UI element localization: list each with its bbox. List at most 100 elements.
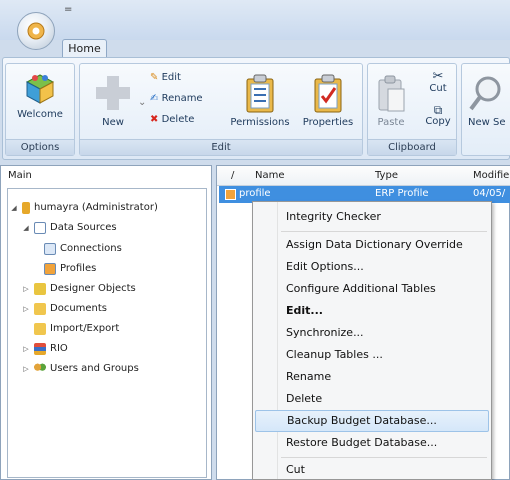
tree-label: Connections xyxy=(60,243,122,254)
title-bar xyxy=(0,0,510,40)
tree-label: Data Sources xyxy=(50,222,117,233)
options-group: Welcome Options xyxy=(5,63,75,156)
tree-label: humayra (Administrator) xyxy=(34,202,158,213)
context-menu: Integrity Checker Assign Data Dictionary… xyxy=(252,201,492,480)
delete-label: Delete xyxy=(161,114,195,125)
new-plus-icon xyxy=(96,76,130,110)
row-name: profile xyxy=(239,188,271,199)
menu-item-configure-additional-tables[interactable]: Configure Additional Tables xyxy=(255,278,489,300)
import-export-icon xyxy=(34,323,46,335)
database-icon xyxy=(22,202,30,214)
new-label: New xyxy=(102,117,124,128)
column-header-type[interactable]: Type xyxy=(375,170,398,181)
tree-node-data-sources[interactable]: ◢ Data Sources xyxy=(22,218,117,238)
new-dropdown-arrow[interactable]: ⌄ xyxy=(138,97,146,108)
paste-icon xyxy=(378,75,405,112)
tab-main[interactable]: Main xyxy=(4,168,36,186)
column-header-modified[interactable]: Modifie xyxy=(473,170,509,181)
properties-checklist-icon xyxy=(314,74,342,113)
permissions-clipboard-icon xyxy=(246,74,274,113)
tree-node-import-export[interactable]: Import/Export xyxy=(34,319,119,339)
tree-label: RIO xyxy=(50,343,68,354)
edit-button[interactable]: ✎ Edit xyxy=(150,72,181,83)
properties-label: Properties xyxy=(302,117,354,128)
new-button[interactable]: New xyxy=(88,74,138,128)
clipboard-group-label: Clipboard xyxy=(368,139,456,155)
paste-button[interactable]: Paste xyxy=(372,74,410,128)
copy-button[interactable]: ⧉ Copy xyxy=(423,104,453,127)
menu-item-assign-data-dictionary-override[interactable]: Assign Data Dictionary Override xyxy=(255,234,489,256)
users-icon xyxy=(34,363,46,375)
designer-objects-icon xyxy=(34,283,46,295)
menu-item-rename[interactable]: Rename xyxy=(255,366,489,388)
new-search-button[interactable]: New Se xyxy=(468,74,510,128)
menu-item-restore-budget-database[interactable]: Restore Budget Database... xyxy=(255,432,489,454)
expanded-arrow-icon[interactable]: ◢ xyxy=(22,218,30,238)
copy-label: Copy xyxy=(425,116,451,127)
sort-indicator[interactable]: / xyxy=(231,170,234,181)
tree-node-designer-objects[interactable]: ▷ Designer Objects xyxy=(22,279,136,299)
column-header-name[interactable]: Name xyxy=(255,170,285,181)
menu-item-delete[interactable]: Delete xyxy=(255,388,489,410)
cut-label: Cut xyxy=(429,83,447,94)
delete-button[interactable]: ✖ Delete xyxy=(150,114,194,125)
quick-access-toolbar[interactable]: = xyxy=(64,4,72,15)
welcome-cube-icon xyxy=(25,74,55,104)
rio-books-icon xyxy=(34,343,46,355)
tree-node-users-groups[interactable]: ▷ Users and Groups xyxy=(22,359,139,379)
edit-pencil-icon: ✎ xyxy=(150,72,159,83)
tree-label: Users and Groups xyxy=(50,363,139,374)
tree-node-root[interactable]: ◢ humayra (Administrator) xyxy=(10,198,158,218)
menu-item-integrity-checker[interactable]: Integrity Checker xyxy=(255,206,489,228)
menu-separator xyxy=(281,457,487,458)
menu-item-edit-options[interactable]: Edit Options... xyxy=(255,256,489,278)
row-type: ERP Profile xyxy=(375,188,429,199)
properties-button[interactable]: Properties xyxy=(298,74,358,128)
menu-separator xyxy=(281,231,487,232)
edit-label: Edit xyxy=(161,72,181,83)
collapsed-arrow-icon[interactable]: ▷ xyxy=(22,359,30,379)
cut-button[interactable]: ✂ Cut xyxy=(426,70,450,94)
tree-label: Import/Export xyxy=(50,323,120,334)
connections-icon xyxy=(44,243,56,255)
tree-node-connections[interactable]: Connections xyxy=(44,239,122,259)
ribbon: Welcome Options New ⌄ ✎ Edit ✍ Rename ✖ … xyxy=(2,57,510,160)
expanded-arrow-icon[interactable]: ◢ xyxy=(10,198,18,218)
menu-item-backup-budget-database[interactable]: Backup Budget Database... xyxy=(255,410,489,432)
tree-node-documents[interactable]: ▷ Documents xyxy=(22,299,107,319)
list-header: / Name Type Modifie xyxy=(217,166,510,186)
tree-node-profiles[interactable]: Profiles xyxy=(44,259,96,279)
menu-item-cleanup-tables[interactable]: Cleanup Tables ... xyxy=(255,344,489,366)
profiles-icon xyxy=(44,263,56,275)
new-search-label: New Se xyxy=(468,117,506,128)
collapsed-arrow-icon[interactable]: ▷ xyxy=(22,339,30,359)
permissions-label: Permissions xyxy=(230,117,290,128)
folder-icon xyxy=(34,303,46,315)
delete-x-icon: ✖ xyxy=(150,114,159,125)
search-group: New Se xyxy=(461,63,510,156)
menu-item-edit[interactable]: Edit... xyxy=(255,300,489,322)
tab-home[interactable]: Home xyxy=(62,39,107,58)
data-sources-icon xyxy=(34,222,46,234)
edit-group: New ⌄ ✎ Edit ✍ Rename ✖ Delete Permissio… xyxy=(79,63,363,156)
app-logo-icon xyxy=(27,22,45,40)
options-group-label: Options xyxy=(6,139,74,155)
scissors-icon: ✂ xyxy=(432,69,444,84)
collapsed-arrow-icon[interactable]: ▷ xyxy=(22,299,30,319)
rename-pencil-icon: ✍ xyxy=(150,93,159,104)
tree-label: Profiles xyxy=(60,263,97,274)
rename-button[interactable]: ✍ Rename xyxy=(150,93,203,104)
collapsed-arrow-icon[interactable]: ▷ xyxy=(22,279,30,299)
tree-label: Designer Objects xyxy=(50,283,136,294)
welcome-label: Welcome xyxy=(17,109,63,120)
left-panel: Main ◢ humayra (Administrator) ◢ Data So… xyxy=(0,165,212,480)
menu-item-synchronize[interactable]: Synchronize... xyxy=(255,322,489,344)
tree-node-rio[interactable]: ▷ RIO xyxy=(22,339,68,359)
welcome-button[interactable]: Welcome xyxy=(9,72,71,120)
menu-item-cut[interactable]: Cut xyxy=(255,459,489,480)
navigation-tree: ◢ humayra (Administrator) ◢ Data Sources… xyxy=(7,188,207,478)
tree-label: Documents xyxy=(50,303,108,314)
clipboard-group: Paste ✂ Cut ⧉ Copy Clipboard xyxy=(367,63,457,156)
application-menu-button[interactable] xyxy=(17,12,55,50)
permissions-button[interactable]: Permissions xyxy=(230,74,290,128)
